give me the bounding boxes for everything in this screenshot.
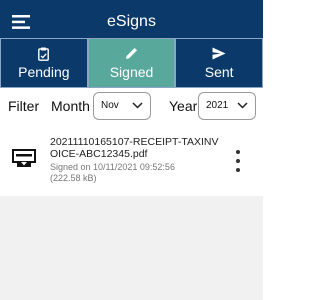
- tab-sent[interactable]: Sent: [175, 38, 264, 88]
- list-item[interactable]: 20211110165107-RECEIPT-TAXINVOICE-ABC123…: [0, 124, 263, 196]
- year-value: 2021: [206, 100, 229, 111]
- tab-pending-label: Pending: [18, 63, 70, 80]
- more-options-button[interactable]: [231, 150, 245, 172]
- more-vert-icon: [236, 150, 240, 154]
- chevron-down-icon: [132, 102, 143, 109]
- file-size: (222.58 kB): [50, 172, 97, 183]
- month-value: Nov: [101, 100, 119, 111]
- month-label: Month: [51, 98, 90, 114]
- document-name: 20211110165107-RECEIPT-TAXINVOICE-ABC123…: [50, 136, 219, 160]
- send-icon: [212, 47, 226, 60]
- year-select[interactable]: 2021: [198, 92, 256, 120]
- year-label: Year: [169, 98, 198, 114]
- month-select[interactable]: Nov: [93, 92, 151, 120]
- tab-sent-label: Sent: [204, 63, 234, 80]
- tab-pending[interactable]: Pending: [0, 38, 88, 88]
- signed-date: Signed on 10/11/2021 09:52:56: [50, 162, 175, 172]
- tab-signed[interactable]: Signed: [87, 38, 176, 88]
- app-title: eSigns: [107, 13, 156, 30]
- chevron-down-icon: [237, 102, 248, 109]
- filter-bar: Filter Month Nov Year 2021: [0, 88, 263, 124]
- pencil-icon: [126, 48, 137, 59]
- tab-signed-label: Signed: [109, 63, 154, 80]
- document-sign-icon: [12, 149, 36, 167]
- filter-label: Filter: [8, 98, 40, 114]
- clipboard-icon: [38, 47, 50, 61]
- document-meta: Signed on 10/11/2021 09:52:56 (222.58 kB…: [50, 162, 222, 183]
- tab-bar: Pending Signed Sent: [0, 38, 264, 88]
- app-bar: eSigns: [0, 6, 263, 38]
- document-list: 20211110165107-RECEIPT-TAXINVOICE-ABC123…: [0, 124, 263, 300]
